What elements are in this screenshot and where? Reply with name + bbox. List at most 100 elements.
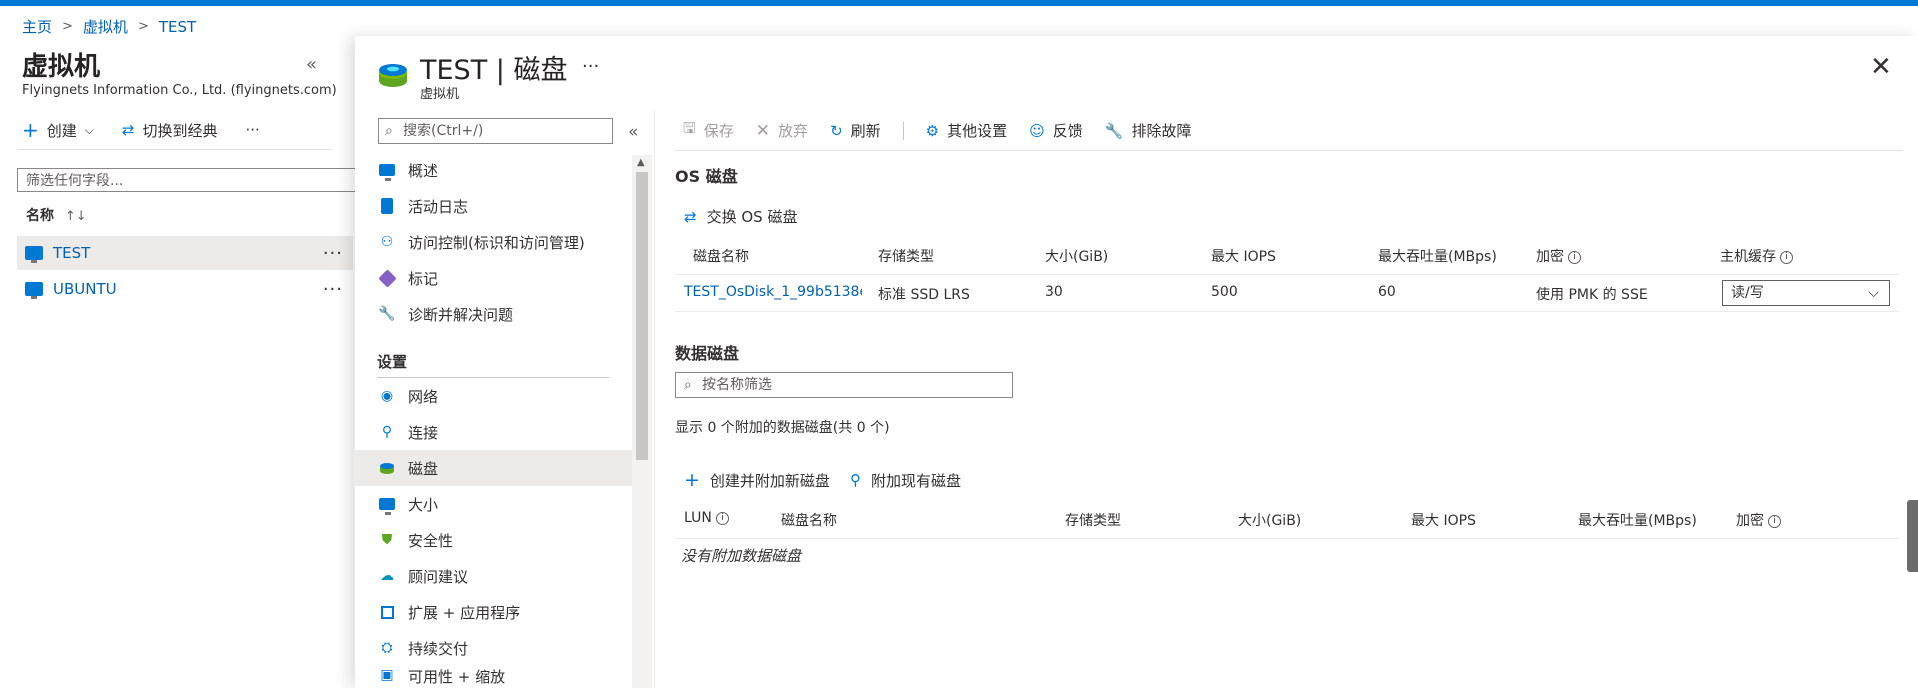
os-disk-name-link[interactable]: TEST_OsDisk_1_99b5138ee8 xyxy=(684,284,862,300)
os-col-encryption-label: 加密 xyxy=(1536,249,1564,265)
scroll-thumb[interactable] xyxy=(636,172,648,460)
os-col-encryption[interactable]: 加密 i xyxy=(1536,246,1581,266)
column-header-name[interactable]: 名称 ↑↓ xyxy=(26,205,87,225)
collapse-menu-icon[interactable]: « xyxy=(628,122,638,142)
availability-icon: ▣ xyxy=(380,667,394,683)
swap-os-disk-button[interactable]: ⇄ 交换 OS 磁盘 xyxy=(684,206,797,227)
menu-label: 顾问建议 xyxy=(408,567,469,586)
more-options-button[interactable]: ··· xyxy=(245,121,259,139)
vm-row[interactable]: UBUNTU ··· xyxy=(17,272,353,306)
swap-os-disk-label: 交换 OS 磁盘 xyxy=(706,208,798,226)
menu-item-overview[interactable]: 概述 xyxy=(354,152,632,188)
attach-existing-disk-button[interactable]: ⚲ 附加现有磁盘 xyxy=(850,469,961,491)
other-settings-button[interactable]: ⚙ 其他设置 xyxy=(926,120,1007,141)
menu-item-availability[interactable]: ▣ 可用性 + 缩放 xyxy=(354,666,632,688)
search-icon: ⌕ xyxy=(385,123,393,139)
menu-item-diagnose[interactable]: 🔧 诊断并解决问题 xyxy=(354,296,632,332)
people-icon: ⚇ xyxy=(380,234,394,250)
data-col-type[interactable]: 存储类型 xyxy=(1065,510,1121,530)
os-col-throughput[interactable]: 最大吞吐量(MBps) xyxy=(1378,246,1497,266)
menu-search-input[interactable]: ⌕ 搜索(Ctrl+/) xyxy=(378,118,613,144)
vm-row[interactable]: TEST ··· xyxy=(17,236,353,270)
empty-state-text: 没有附加数据磁盘 xyxy=(681,547,802,565)
switch-classic-button[interactable]: ⇄ 切换到经典 xyxy=(122,120,218,141)
info-icon[interactable]: i xyxy=(1768,514,1781,528)
save-button[interactable]: 🖫 保存 xyxy=(683,118,734,143)
toolbar-divider xyxy=(902,121,904,140)
discard-icon: ✕ xyxy=(755,120,771,141)
vm-name-link[interactable]: TEST xyxy=(53,244,90,262)
refresh-button[interactable]: ↻ 刷新 xyxy=(830,120,881,141)
swap-icon: ⇄ xyxy=(684,207,697,226)
menu-item-iam[interactable]: ⚇ 访问控制(标识和访问管理) xyxy=(354,224,632,260)
menu-item-activity-log[interactable]: 活动日志 xyxy=(354,188,632,224)
chevron-right-icon: > xyxy=(62,19,73,34)
data-col-lun[interactable]: LUN i xyxy=(684,510,729,526)
menu-item-disks[interactable]: 磁盘 xyxy=(354,450,632,486)
disk-logo-icon xyxy=(379,64,407,87)
info-icon[interactable]: i xyxy=(715,511,729,525)
filter-placeholder: 按名称筛选 xyxy=(702,377,772,393)
create-attach-disk-button[interactable]: + 创建并附加新磁盘 xyxy=(684,469,830,491)
shield-icon: ⛊ xyxy=(381,532,393,548)
menu-label: 访问控制(标识和访问管理) xyxy=(408,233,585,252)
os-col-name[interactable]: 磁盘名称 xyxy=(693,246,749,266)
menu-item-security[interactable]: ⛊ 安全性 xyxy=(354,522,632,558)
log-icon xyxy=(378,197,396,215)
menu-item-size[interactable]: 大小 xyxy=(354,486,632,522)
breadcrumb-home[interactable]: 主页 xyxy=(22,16,52,37)
breadcrumb-vms[interactable]: 虚拟机 xyxy=(83,16,128,37)
data-col-iops[interactable]: 最大 IOPS xyxy=(1411,510,1476,530)
os-col-size[interactable]: 大小(GiB) xyxy=(1045,246,1108,266)
host-cache-value: 读/写 xyxy=(1731,285,1764,301)
ellipsis-icon: ··· xyxy=(245,121,260,139)
discard-button[interactable]: ✕ 放弃 xyxy=(756,120,808,141)
attach-existing-label: 附加现有磁盘 xyxy=(870,471,961,490)
vm-list-toolbar: + 创建 ⌵ ⇄ 切换到经典 ··· xyxy=(22,118,260,142)
delivery-icon: ⛭ xyxy=(381,640,393,656)
info-icon[interactable]: i xyxy=(1780,250,1793,264)
data-disk-filter-input[interactable]: ⌕ 按名称筛选 xyxy=(675,372,1013,398)
menu-item-continuous-delivery[interactable]: ⛭ 持续交付 xyxy=(354,630,632,666)
divider xyxy=(675,311,1899,312)
os-disk-iops: 500 xyxy=(1211,284,1238,300)
row-more-icon[interactable]: ··· xyxy=(323,243,343,264)
breadcrumb-test[interactable]: TEST xyxy=(159,18,196,36)
data-col-size[interactable]: 大小(GiB) xyxy=(1238,510,1301,530)
menu-label: 持续交付 xyxy=(408,639,469,658)
info-icon[interactable]: i xyxy=(1568,250,1581,264)
create-button[interactable]: + 创建 ⌵ xyxy=(22,118,94,142)
row-more-icon[interactable]: ··· xyxy=(323,279,343,300)
os-col-type[interactable]: 存储类型 xyxy=(878,246,934,266)
data-col-name[interactable]: 磁盘名称 xyxy=(781,510,837,530)
troubleshoot-button[interactable]: 🔧 排除故障 xyxy=(1105,120,1192,141)
title-more-icon[interactable]: ··· xyxy=(582,56,599,77)
menu-item-network[interactable]: ◉ 网络 xyxy=(354,378,632,414)
portal-top-bar xyxy=(0,0,1918,6)
monitor-icon xyxy=(378,161,396,181)
os-disk-type: 标准 SSD LRS xyxy=(878,287,970,303)
data-col-throughput[interactable]: 最大吞吐量(MBps) xyxy=(1578,510,1697,530)
disks-toolbar: 🖫 保存 ✕ 放弃 ↻ 刷新 ⚙ 其他设置 ☺ 反馈 🔧 排除故障 xyxy=(683,118,1191,143)
vm-filter-input[interactable]: 筛选任何字段... xyxy=(17,168,357,192)
menu-item-tags[interactable]: 标记 xyxy=(354,260,632,296)
os-col-iops[interactable]: 最大 IOPS xyxy=(1211,246,1276,266)
extension-icon xyxy=(378,603,396,621)
feedback-button[interactable]: ☺ 反馈 xyxy=(1029,120,1083,141)
vm-list-title: 虚拟机 xyxy=(22,52,101,82)
collapse-left-icon[interactable]: « xyxy=(306,54,317,75)
scroll-up-icon[interactable]: ▲ xyxy=(637,157,645,168)
wrench-icon: 🔧 xyxy=(1104,121,1124,140)
host-cache-select[interactable]: 读/写 ⌵ xyxy=(1722,280,1890,306)
menu-item-extensions[interactable]: 扩展 + 应用程序 xyxy=(354,594,632,630)
os-col-cache[interactable]: 主机缓存 i xyxy=(1720,246,1793,266)
search-placeholder: 搜索(Ctrl+/) xyxy=(403,123,484,139)
vm-name-link[interactable]: UBUNTU xyxy=(53,280,117,298)
menu-item-connect[interactable]: ⚲ 连接 xyxy=(354,414,632,450)
menu-item-advisor[interactable]: ☁ 顾问建议 xyxy=(354,558,632,594)
data-col-encryption[interactable]: 加密 i xyxy=(1736,510,1781,530)
close-icon[interactable]: ✕ xyxy=(1870,52,1892,82)
data-col-lun-label: LUN xyxy=(684,510,712,526)
side-panel-handle[interactable] xyxy=(1907,500,1918,572)
data-col-encryption-label: 加密 xyxy=(1736,513,1764,529)
